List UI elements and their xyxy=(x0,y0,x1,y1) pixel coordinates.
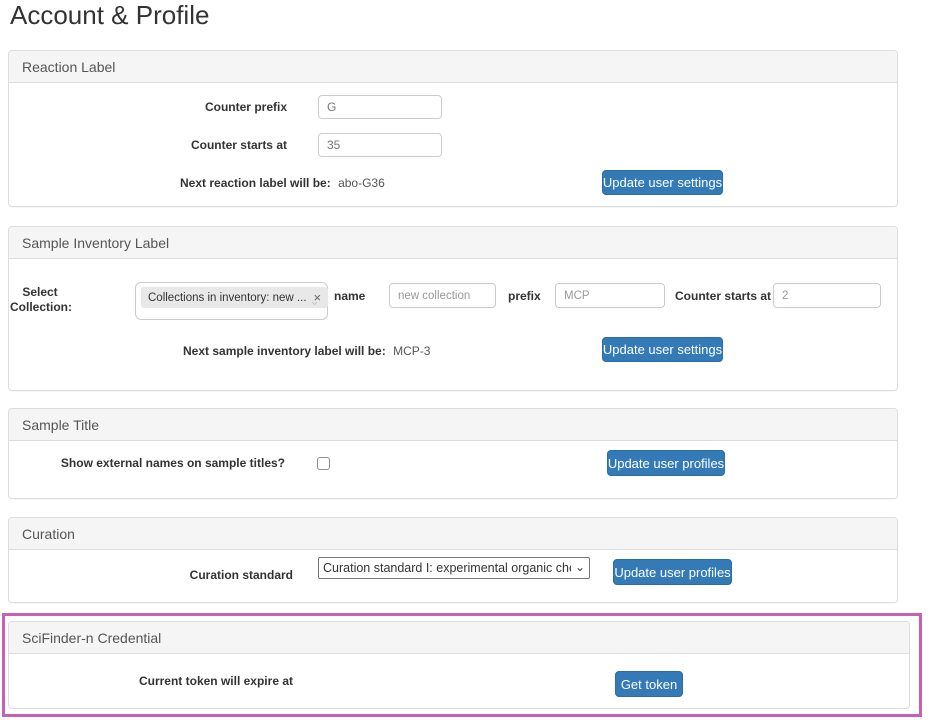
panel-title: SciFinder-n Credential xyxy=(22,630,161,646)
curation-standard-select[interactable]: Curation standard I: experimental organi… xyxy=(318,557,590,579)
counter-starts-input[interactable] xyxy=(318,133,442,157)
external-names-checkbox[interactable] xyxy=(317,457,330,470)
prefix-label: prefix xyxy=(508,284,541,309)
collection-tag-label: Collections in inventory: new ... xyxy=(148,292,307,304)
page-title: Account & Profile xyxy=(10,0,209,34)
panel-sample-title: Sample Title Show external names on samp… xyxy=(8,408,898,499)
panel-curation-body: Curation standard Curation standard I: e… xyxy=(9,550,897,602)
panel-sample-inventory-header: Sample Inventory Label xyxy=(9,227,897,259)
panel-reaction-label-header: Reaction Label xyxy=(9,51,897,83)
panel-sample-title-body: Show external names on sample titles? Up… xyxy=(9,441,897,498)
select-collection-label: Select Collection: xyxy=(10,285,70,315)
panel-title: Sample Inventory Label xyxy=(22,235,169,251)
panel-reaction-label: Reaction Label Counter prefix Counter st… xyxy=(8,50,898,207)
next-inventory-label-text: Next sample inventory label will be: xyxy=(183,344,386,358)
inventory-counter-starts-label: Counter starts at xyxy=(675,284,771,309)
token-expire-label: Current token will expire at xyxy=(93,669,293,693)
counter-starts-label: Counter starts at xyxy=(87,133,287,157)
get-token-button[interactable]: Get token xyxy=(615,671,683,697)
inventory-update-settings-button[interactable]: Update user settings xyxy=(602,337,723,362)
show-external-names-label: Show external names on sample titles? xyxy=(35,451,285,475)
panel-sample-title-header: Sample Title xyxy=(9,409,897,441)
next-inventory-label-value: MCP-3 xyxy=(393,344,430,358)
scifinder-highlight-box: SciFinder-n Credential Current token wil… xyxy=(2,613,922,717)
panel-title: Sample Title xyxy=(22,417,99,433)
inventory-counter-starts-input[interactable] xyxy=(773,283,881,308)
panel-curation-header: Curation xyxy=(9,518,897,550)
curation-standard-select-wrap: Curation standard I: experimental organi… xyxy=(318,557,590,579)
panel-curation: Curation Curation standard Curation stan… xyxy=(8,517,898,603)
chevron-down-icon[interactable]: ⌄ xyxy=(309,294,320,308)
counter-prefix-label: Counter prefix xyxy=(87,95,287,119)
panel-scifinder-header: SciFinder-n Credential xyxy=(9,622,909,654)
panel-scifinder-credential: SciFinder-n Credential Current token wil… xyxy=(8,621,910,709)
panel-title: Curation xyxy=(22,526,75,542)
panel-sample-inventory: Sample Inventory Label Select Collection… xyxy=(8,226,898,391)
curation-standard-label: Curation standard xyxy=(93,563,293,587)
sample-title-update-profiles-button[interactable]: Update user profiles xyxy=(607,450,725,476)
prefix-input[interactable] xyxy=(555,283,665,308)
account-profile-page: Account & Profile Reaction Label Counter… xyxy=(0,0,932,722)
panel-title: Reaction Label xyxy=(22,59,115,75)
next-reaction-label-text: Next reaction label will be: xyxy=(180,176,331,190)
curation-update-profiles-button[interactable]: Update user profiles xyxy=(613,559,732,585)
collection-tag: Collections in inventory: new ... × xyxy=(141,287,328,308)
collection-multiselect[interactable]: Collections in inventory: new ... × ⌄ xyxy=(135,282,328,320)
name-input[interactable] xyxy=(389,283,496,308)
reaction-update-settings-button[interactable]: Update user settings xyxy=(602,170,723,195)
panel-scifinder-body: Current token will expire at Get token xyxy=(9,654,909,708)
name-label: name xyxy=(334,284,365,309)
next-inventory-label-line: Next sample inventory label will be: MCP… xyxy=(183,339,430,363)
next-reaction-label-line: Next reaction label will be: abo-G36 xyxy=(180,171,385,195)
next-reaction-label-value: abo-G36 xyxy=(338,176,385,190)
panel-reaction-label-body: Counter prefix Counter starts at Next re… xyxy=(9,83,897,206)
counter-prefix-input[interactable] xyxy=(318,95,442,119)
panel-sample-inventory-body: Select Collection: Collections in invent… xyxy=(9,259,897,390)
